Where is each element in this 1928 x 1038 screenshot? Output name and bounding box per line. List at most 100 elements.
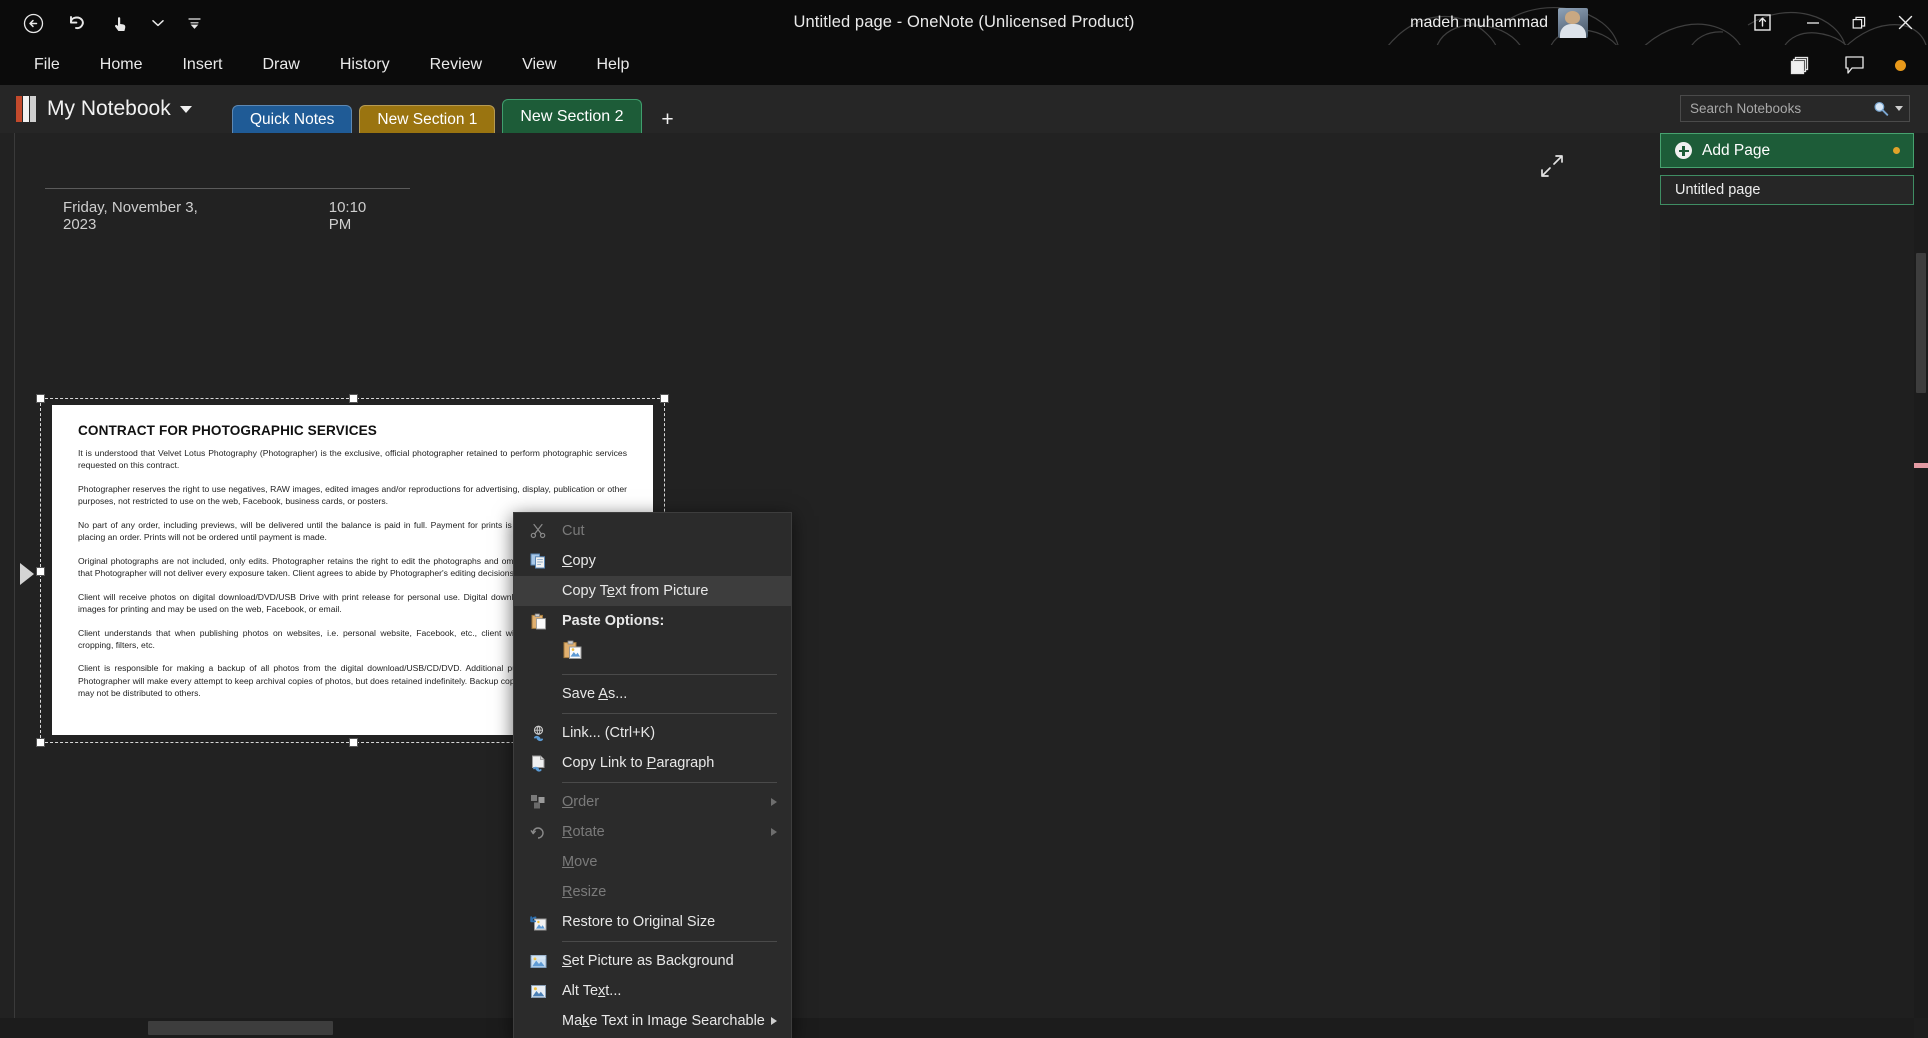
vertical-scrollbar-thumb[interactable]: [1916, 253, 1926, 393]
context-menu-separator: [562, 713, 777, 714]
context-menu-item-label: Copy Text from Picture: [562, 583, 709, 599]
document-paragraph: Photographer reserves the right to use n…: [78, 483, 627, 507]
full-page-view-icon[interactable]: [1539, 153, 1565, 179]
context-menu-item-label: Make Text in Image Searchable: [562, 1013, 765, 1029]
resize-handle-bottom-left[interactable]: [36, 738, 45, 747]
notebook-name-label: My Notebook: [47, 97, 171, 120]
ribbon-tab-view[interactable]: View: [502, 45, 576, 85]
resize-handle-bottom-center[interactable]: [348, 738, 358, 747]
ribbon-right-icons: [1787, 45, 1918, 85]
page-list-sidebar: Add Page Untitled page: [1660, 133, 1914, 1018]
search-input[interactable]: [1690, 101, 1867, 116]
context-menu-item-resize[interactable]: Resize: [514, 877, 791, 907]
ribbon-tab-help[interactable]: Help: [576, 45, 649, 85]
plus-circle-icon: [1675, 142, 1692, 159]
context-menu-item-save-as[interactable]: Save As...: [514, 679, 791, 709]
link-icon: [528, 723, 548, 743]
ribbon-bar: File Home Insert Draw History Review Vie…: [0, 45, 1928, 85]
context-menu-item-label: Save As...: [562, 686, 628, 702]
order-icon: [528, 792, 548, 812]
context-menu-item-alt-text[interactable]: Alt Text...: [514, 976, 791, 1006]
search-dropdown-chevron-icon[interactable]: [1895, 106, 1903, 111]
page-title-area[interactable]: Friday, November 3, 2023 10:10 PM: [45, 188, 410, 233]
resize-handle-middle-left[interactable]: [36, 566, 45, 576]
section-tab-label: Quick Notes: [250, 110, 335, 128]
notebook-section-bar: My Notebook Quick Notes New Section 1 Ne…: [0, 85, 1928, 133]
paste-picture-icon[interactable]: [562, 640, 583, 666]
comment-icon[interactable]: [1841, 52, 1867, 78]
page-canvas[interactable]: Friday, November 3, 2023 10:10 PM CONTRA…: [0, 133, 1660, 1018]
context-menu-item-restore-to-original-size[interactable]: Restore to Original Size: [514, 907, 791, 937]
section-tab-new-section-1[interactable]: New Section 1: [359, 105, 496, 133]
context-menu-item-rotate[interactable]: Rotate: [514, 817, 791, 847]
document-paragraph: It is understood that Velvet Lotus Photo…: [78, 448, 627, 471]
resize-handle-top-center[interactable]: [348, 394, 358, 403]
restore-size-icon: [528, 912, 548, 932]
chevron-down-icon[interactable]: [179, 105, 192, 113]
vertical-scrollbar[interactable]: [1914, 133, 1928, 1018]
horizontal-scrollbar[interactable]: [0, 1018, 1914, 1038]
picture-context-menu: Cut Copy Copy Text from Picture Paste Op…: [513, 512, 792, 1038]
ribbon-tab-review[interactable]: Review: [410, 45, 502, 85]
paste-icon: [528, 611, 548, 631]
context-menu-item-label: Copy: [562, 553, 596, 569]
window-title: Untitled page - OneNote (Unlicensed Prod…: [793, 13, 1135, 31]
ribbon-tab-draw[interactable]: Draw: [242, 45, 319, 85]
ribbon-tab-list: File Home Insert Draw History Review Vie…: [0, 45, 1928, 85]
paste-options-row: [514, 636, 791, 670]
minimize-button[interactable]: [1790, 0, 1836, 45]
submenu-arrow-icon: [771, 828, 777, 836]
notebook-picker[interactable]: My Notebook: [16, 85, 192, 133]
expand-navigation-arrow-icon[interactable]: [20, 563, 34, 585]
context-menu-item-cut[interactable]: Cut: [514, 516, 791, 546]
add-section-button[interactable]: +: [655, 105, 681, 133]
submenu-arrow-icon: [771, 1017, 777, 1025]
context-menu-item-label: Restore to Original Size: [562, 914, 716, 930]
onenote-window: Untitled page - OneNote (Unlicensed Prod…: [0, 0, 1928, 1038]
canvas-left-divider: [14, 133, 15, 1018]
context-menu-item-link[interactable]: Link... (Ctrl+K): [514, 718, 791, 748]
add-page-label: Add Page: [1702, 141, 1771, 159]
ribbon-tab-home[interactable]: Home: [80, 45, 163, 85]
share-button[interactable]: [1734, 0, 1790, 45]
copy-link-icon: [528, 753, 548, 773]
context-menu-item-make-text-in-image-searchable[interactable]: Make Text in Image Searchable: [514, 1006, 791, 1036]
ribbon-tab-insert[interactable]: Insert: [162, 45, 242, 85]
section-tab-label: New Section 2: [520, 107, 624, 125]
avatar[interactable]: [1558, 7, 1588, 38]
copy-stack-icon[interactable]: [1787, 52, 1813, 78]
context-menu-item-label: Paste Options:: [562, 613, 665, 629]
status-dot-icon[interactable]: [1895, 59, 1906, 71]
search-box[interactable]: [1680, 95, 1910, 122]
document-title: CONTRACT FOR PHOTOGRAPHIC SERVICES: [78, 423, 377, 438]
section-tab-new-section-2[interactable]: New Section 2: [502, 99, 642, 133]
rotate-icon: [528, 822, 548, 842]
close-button[interactable]: [1882, 0, 1928, 45]
section-tab-quick-notes[interactable]: Quick Notes: [232, 105, 353, 133]
window-controls: [1734, 0, 1928, 45]
section-tab-label: New Section 1: [377, 110, 478, 128]
page-date[interactable]: Friday, November 3, 2023: [63, 199, 233, 233]
context-menu-item-copy-link-to-paragraph[interactable]: Copy Link to Paragraph: [514, 748, 791, 778]
context-menu-item-order[interactable]: Order: [514, 787, 791, 817]
context-menu-item-label: Order: [562, 794, 600, 810]
context-menu-item-label: Rotate: [562, 824, 605, 840]
account-area[interactable]: madeh muhammad: [1410, 0, 1588, 45]
horizontal-scrollbar-thumb[interactable]: [148, 1021, 333, 1035]
page-list-item-untitled[interactable]: Untitled page: [1660, 175, 1914, 205]
context-menu-item-set-picture-as-background[interactable]: Set Picture as Background: [514, 946, 791, 976]
search-icon[interactable]: [1873, 100, 1889, 117]
ribbon-tab-history[interactable]: History: [320, 45, 410, 85]
resize-handle-top-left[interactable]: [36, 394, 45, 403]
context-menu-item-move[interactable]: Move: [514, 847, 791, 877]
page-time[interactable]: 10:10 PM: [329, 199, 392, 233]
context-menu-item-copy[interactable]: Copy: [514, 546, 791, 576]
copy-icon: [528, 551, 548, 571]
ribbon-tab-file[interactable]: File: [14, 45, 80, 85]
add-page-button[interactable]: Add Page: [1660, 133, 1914, 168]
context-menu-item-label: Cut: [562, 523, 585, 539]
resize-handle-top-right[interactable]: [660, 394, 669, 403]
context-menu-item-copy-text-from-picture[interactable]: Copy Text from Picture: [514, 576, 791, 606]
context-menu-item-label: Link... (Ctrl+K): [562, 725, 656, 741]
restore-button[interactable]: [1836, 0, 1882, 45]
